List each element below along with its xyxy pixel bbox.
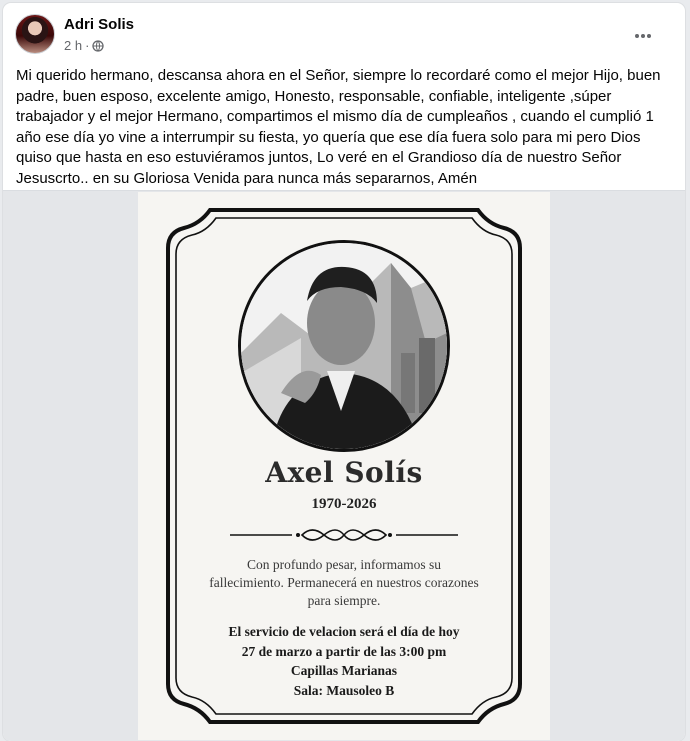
service-line: El servicio de velacion será el día de h… [228, 624, 460, 639]
post-header: Adri Solis 2 h · [15, 14, 673, 60]
post-image[interactable]: Axel Solís 1970-2026 Con profundo pesar,… [3, 190, 685, 741]
post-text: Mi querido hermano, descansa ahora en el… [16, 67, 661, 187]
service-venue: Capillas Marianas [290, 663, 398, 678]
divider-ornament [230, 529, 458, 541]
more-options-icon[interactable] [631, 24, 655, 48]
author-name[interactable]: Adri Solis [64, 16, 134, 33]
condolence-message: Con profundo pesar, informamos su fallec… [209, 557, 479, 608]
service-date: 27 de marzo a partir de las 3:00 pm [241, 643, 447, 659]
author-avatar[interactable] [15, 14, 55, 54]
service-details: El servicio de velacion será el día de h… [198, 622, 490, 700]
post-meta: 2 h · [64, 38, 105, 53]
globe-icon[interactable] [92, 39, 105, 52]
post-card: Adri Solis 2 h · Mi querido hermano, des… [3, 3, 685, 741]
post-time[interactable]: 2 h [64, 38, 82, 53]
portrait-photo [238, 240, 450, 452]
service-room: Sala: Mausoleo B [293, 682, 395, 698]
life-years: 1970-2026 [311, 496, 377, 512]
memorial-card: Axel Solís 1970-2026 Con profundo pesar,… [138, 192, 550, 740]
deceased-name: Axel Solís [265, 456, 423, 489]
meta-separator: · [85, 38, 90, 53]
